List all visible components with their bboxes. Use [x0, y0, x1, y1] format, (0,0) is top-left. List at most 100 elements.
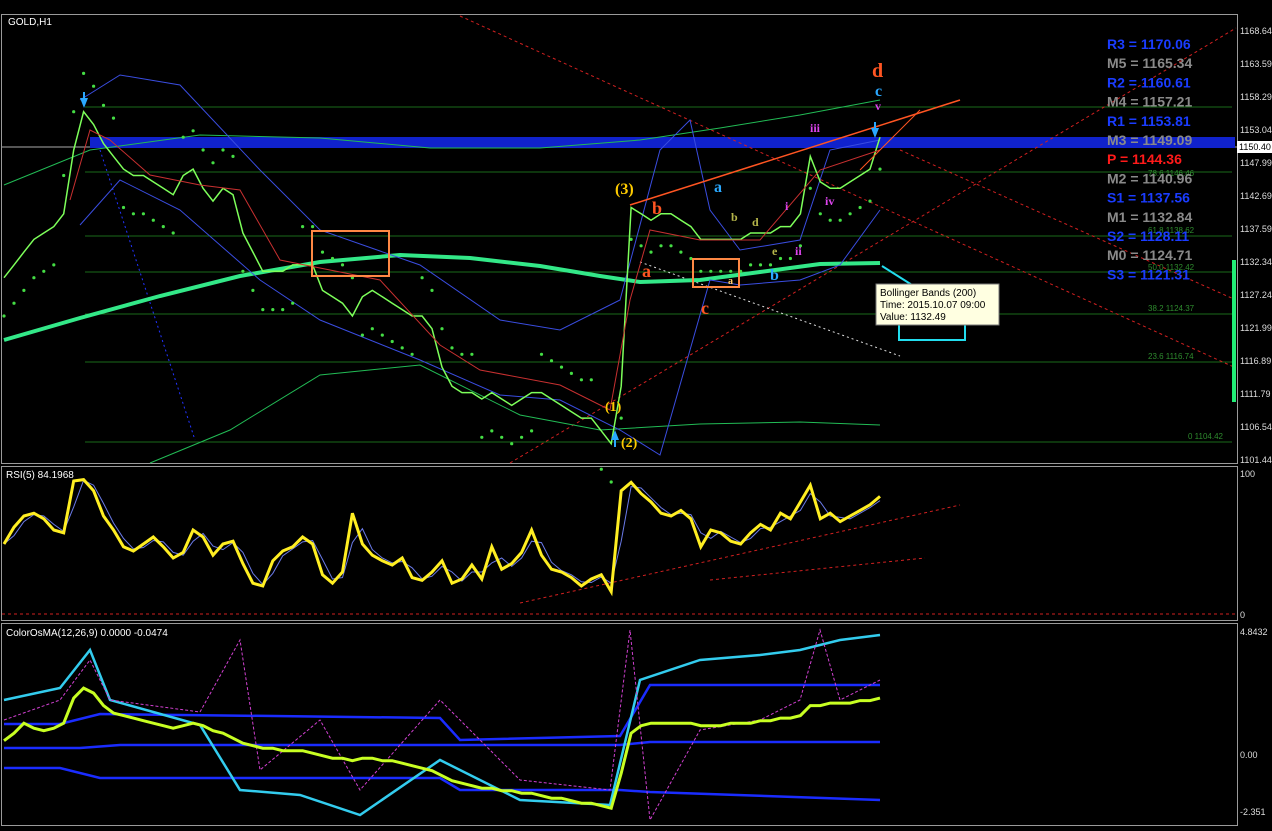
price-axis-label: 1137.59	[1240, 224, 1272, 234]
tooltip-title: Bollinger Bands (200)	[880, 288, 976, 299]
sar-dot	[72, 110, 76, 114]
sar-dot	[868, 199, 872, 203]
wave-label: a	[642, 261, 651, 281]
sar-dot	[440, 327, 444, 331]
sar-dot	[828, 218, 832, 222]
sar-dot	[410, 352, 414, 356]
sar-dot	[340, 263, 345, 267]
sar-dot	[281, 308, 285, 312]
sar-dot	[330, 256, 335, 261]
wave-label: b	[770, 267, 779, 284]
wave-label: (1)	[605, 400, 622, 415]
wave-label: e	[772, 244, 778, 258]
sar-dot	[181, 135, 185, 139]
sar-dot	[370, 327, 374, 331]
sar-dot	[251, 288, 255, 292]
sar-dot	[430, 288, 434, 292]
sar-dot	[480, 435, 484, 439]
pivot-label: M2 = 1140.96	[1107, 170, 1192, 186]
sar-dot	[231, 154, 235, 158]
trading-chart[interactable]: GOLD,H1 RSI(5) 84.1968 ColorOsMA(12,26,9…	[0, 0, 1272, 831]
price-axis-label: 1147.99	[1240, 158, 1272, 168]
sar-dot	[191, 129, 195, 133]
sar-dot	[530, 429, 534, 433]
sar-dot	[778, 256, 783, 261]
pivot-label: R3 = 1170.06	[1107, 36, 1191, 52]
sar-dot	[649, 250, 653, 254]
sar-dot	[32, 276, 36, 280]
sar-dot	[420, 276, 424, 280]
pivot-zone-band	[90, 137, 1235, 148]
current-price-label: 1150.40	[1239, 142, 1271, 152]
sar-dot	[201, 148, 205, 152]
sar-dot	[599, 467, 603, 471]
price-axis-label: 1116.89	[1240, 356, 1271, 366]
sar-dot	[579, 378, 584, 382]
tooltip-value: Value: 1132.49	[880, 312, 946, 323]
price-axis-label: 1153.04	[1240, 125, 1272, 135]
price-axis-label: 1101.44	[1240, 455, 1272, 465]
osma-axis-label: 0.00	[1240, 750, 1258, 760]
sar-dot	[460, 352, 464, 356]
sar-dot	[669, 244, 673, 248]
tooltip-time: Time: 2015.10.07 09:00	[880, 300, 986, 311]
sar-dot	[52, 263, 56, 267]
sar-dot	[311, 225, 315, 229]
sar-dot	[12, 301, 16, 305]
main-pane-title: GOLD,H1	[8, 17, 52, 28]
price-axis-label: 1163.59	[1240, 59, 1272, 69]
wave-label: iv	[825, 194, 834, 208]
sar-dot	[848, 212, 852, 216]
sar-dot	[141, 212, 145, 216]
pivot-label: M3 = 1149.09	[1107, 132, 1192, 148]
fib-label: 38.2 1124.37	[1148, 304, 1195, 313]
price-axis-label: 1132.34	[1240, 257, 1272, 267]
price-axis-label: 1127.24	[1240, 290, 1272, 300]
sar-dot	[400, 346, 404, 350]
price-axis-label: 1121.99	[1240, 323, 1272, 333]
sar-dot	[500, 435, 504, 439]
wave-label: ii	[795, 244, 802, 258]
wave-label: d	[872, 60, 883, 82]
sar-dot	[390, 339, 394, 344]
sar-dot	[709, 269, 713, 273]
sar-dot	[101, 103, 106, 107]
sar-dot	[609, 480, 613, 484]
sar-dot	[520, 435, 524, 439]
sar-dot	[62, 173, 66, 178]
sar-dot	[639, 244, 643, 248]
price-axis-label: 1111.79	[1240, 389, 1271, 399]
price-axis-label: 1106.54	[1240, 422, 1272, 432]
pivot-label: M0 = 1124.71	[1107, 247, 1192, 263]
fib-label: 23.6 1116.74	[1148, 352, 1194, 361]
osma-axis-label: -2.351	[1240, 807, 1266, 817]
sar-dot	[679, 250, 683, 254]
pivot-label: M5 = 1165.34	[1107, 55, 1192, 71]
sar-dot	[749, 263, 753, 267]
side-volume-bar	[1232, 260, 1236, 402]
sar-dot	[619, 416, 623, 420]
sar-dot	[659, 244, 663, 248]
wave-label: b	[652, 198, 662, 218]
sar-dot	[490, 429, 494, 433]
sar-dot	[241, 269, 245, 273]
sar-dot	[510, 442, 514, 446]
pivot-label: M1 = 1132.84	[1107, 209, 1192, 225]
price-axis-label: 1158.29	[1240, 92, 1272, 102]
sar-dot	[450, 346, 454, 350]
price-axis: 1168.64 1163.59 1158.29 1153.04 1147.99 1142.…	[1240, 26, 1272, 465]
wave-label: b	[731, 210, 738, 224]
sar-dot	[858, 205, 862, 210]
wave-label: c	[875, 83, 882, 100]
osma-axis-label: 4.8432	[1240, 627, 1268, 637]
sar-dot	[121, 205, 126, 210]
sar-dot	[301, 225, 305, 229]
sar-dot	[549, 359, 554, 363]
sar-dot	[838, 218, 842, 222]
pivot-label: R1 = 1153.81	[1107, 113, 1191, 129]
sar-dot	[22, 288, 26, 292]
sar-dot	[699, 269, 703, 273]
sar-dot	[360, 333, 364, 337]
sar-dot	[131, 212, 135, 216]
sar-dot	[92, 84, 96, 88]
